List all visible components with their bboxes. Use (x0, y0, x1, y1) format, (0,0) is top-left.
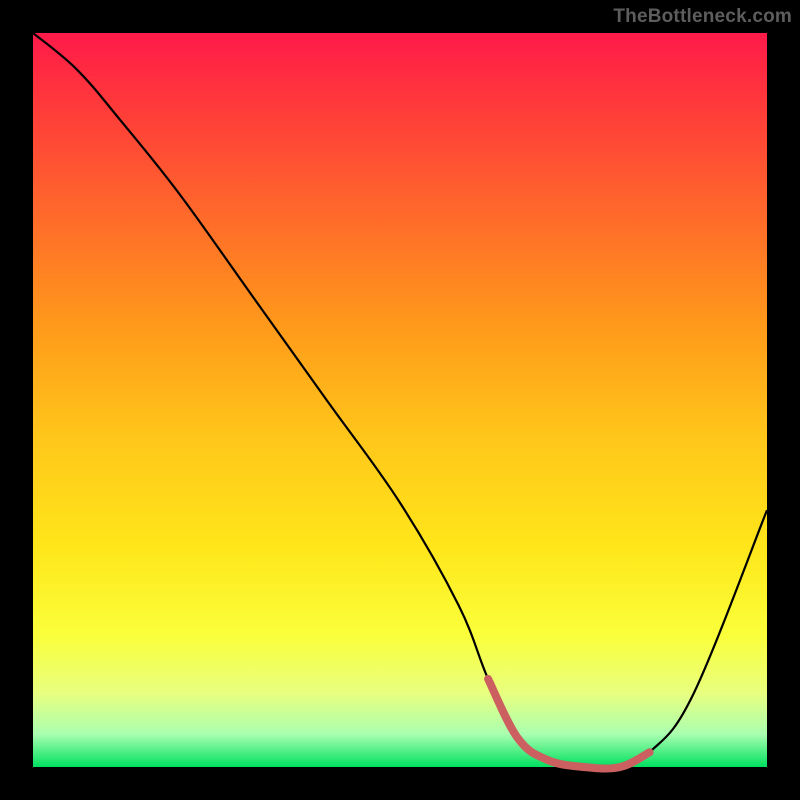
optimal-band (488, 679, 649, 769)
plot-area (33, 33, 767, 767)
curve-layer (33, 33, 767, 767)
bottleneck-curve (33, 33, 767, 769)
chart-frame: { "watermark": "TheBottleneck.com", "cha… (0, 0, 800, 800)
watermark-text: TheBottleneck.com (613, 6, 792, 28)
